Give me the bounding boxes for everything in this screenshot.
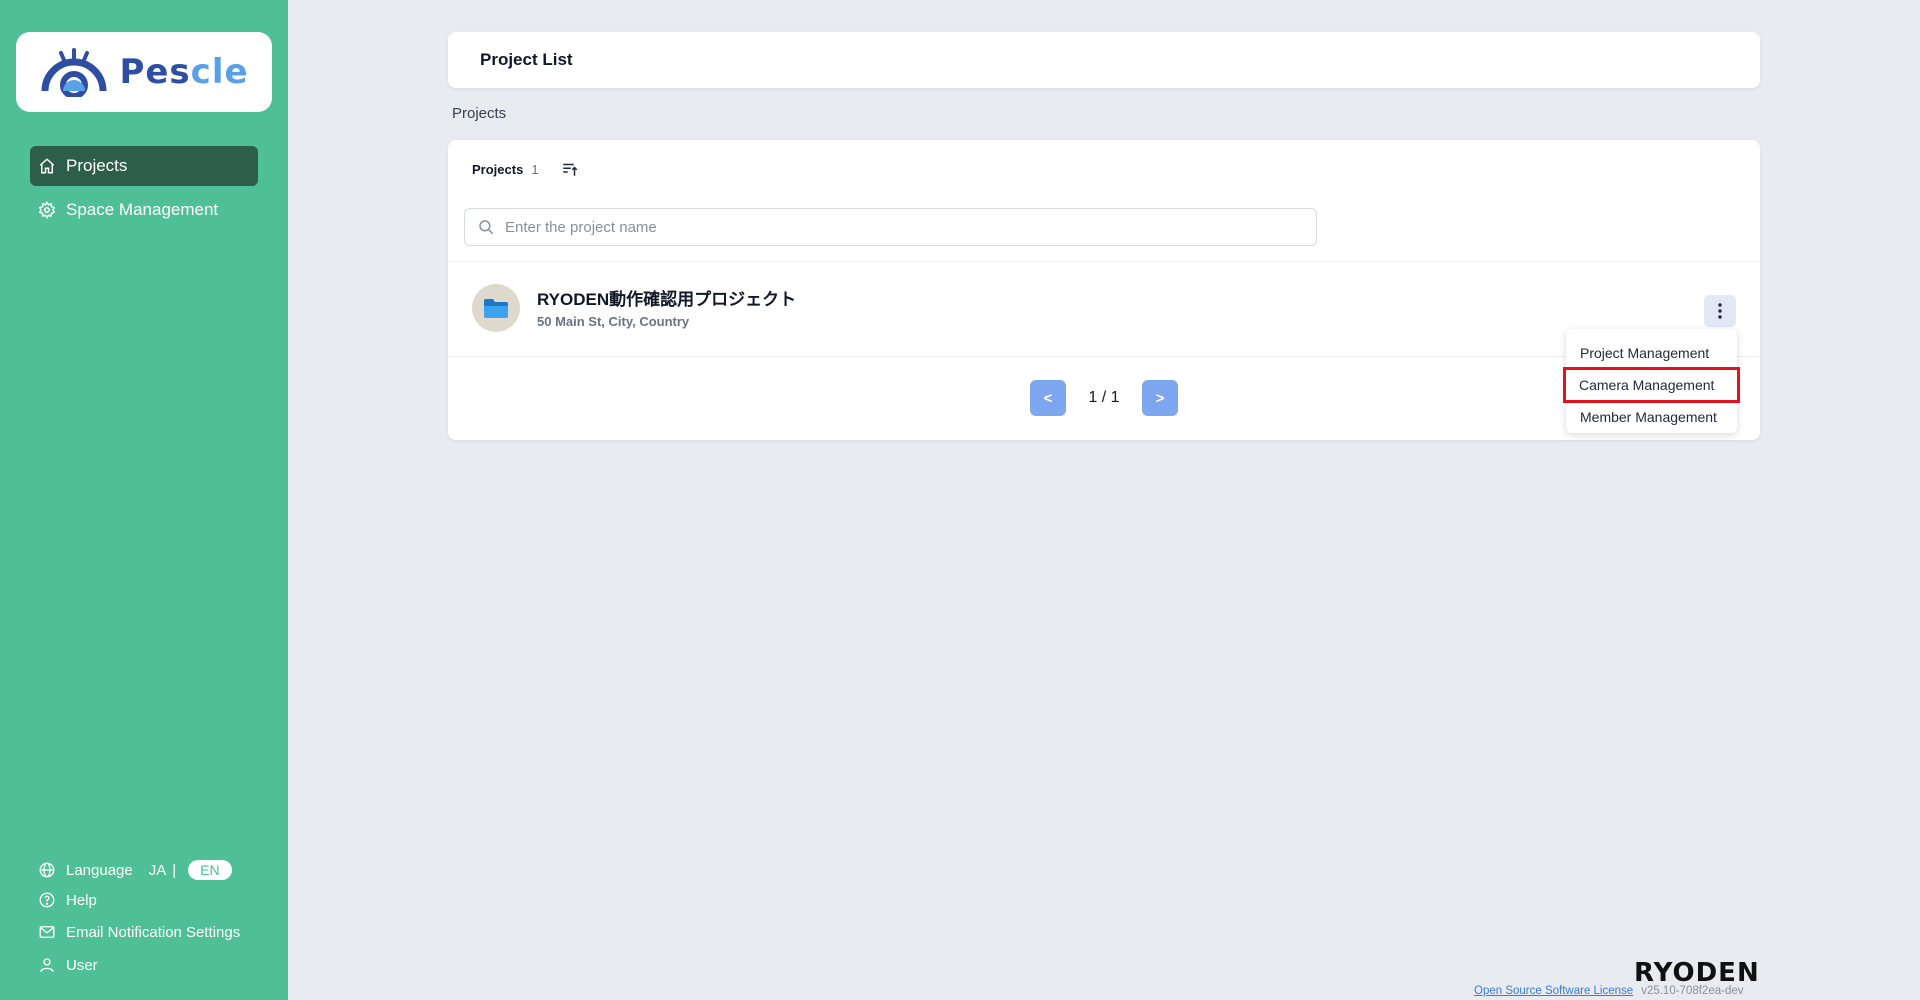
oss-license-link[interactable]: Open Source Software License (1474, 985, 1633, 997)
search-field[interactable] (464, 208, 1317, 246)
nav-item-space-management[interactable]: Space Management (30, 190, 258, 230)
sort-icon (562, 163, 577, 176)
prev-page-button[interactable]: < (1030, 380, 1066, 416)
divider (448, 356, 1760, 357)
breadcrumb: Projects (452, 105, 507, 122)
sidebar: Pescle Projects Space Management Languag… (0, 0, 288, 1000)
nav-item-projects[interactable]: Projects (30, 146, 258, 186)
project-list-card: Projects 1 RYODEN動作確認用プロジェクト 50 Main St,… (448, 140, 1760, 440)
menu-item-camera-management[interactable]: Camera Management (1563, 367, 1740, 403)
project-name[interactable]: RYODEN動作確認用プロジェクト (537, 285, 796, 310)
lang-separator: | (172, 861, 177, 879)
help-link[interactable]: Help (38, 891, 97, 909)
help-label: Help (66, 891, 97, 909)
search-icon (479, 220, 494, 235)
ryoden-logo: RYODEN (1634, 958, 1760, 988)
search-input[interactable] (505, 218, 1285, 236)
footer: Open Source Software License v25.10-708f… (1474, 985, 1744, 997)
email-label: Email Notification Settings (66, 923, 241, 941)
page-title: Project List (480, 50, 573, 69)
project-options-menu: Project Management Camera Management Mem… (1563, 329, 1740, 433)
pescle-logo[interactable]: Pescle (16, 32, 272, 112)
lang-ja-option[interactable]: JA (149, 862, 167, 879)
version-text: v25.10-708f2ea-dev (1641, 985, 1744, 997)
project-count: 1 (531, 161, 539, 177)
project-address: 50 Main St, City, Country (537, 314, 690, 329)
logo-text: Pescle (119, 52, 249, 92)
user-label: User (66, 956, 98, 974)
kebab-menu-icon (1718, 303, 1722, 319)
mail-icon (39, 926, 55, 938)
list-title: Projects (472, 161, 524, 177)
language-selector: Language JA | EN (38, 860, 232, 880)
project-avatar (472, 284, 520, 332)
email-notification-settings-link[interactable]: Email Notification Settings (38, 923, 240, 941)
sort-button[interactable] (559, 158, 581, 180)
next-page-button[interactable]: > (1142, 380, 1178, 416)
folder-icon (484, 299, 508, 318)
language-label: Language (66, 861, 133, 879)
more-options-button[interactable] (1704, 295, 1736, 327)
eye-logo-icon (41, 48, 107, 97)
page-indicator: 1 / 1 (1088, 389, 1120, 406)
lang-en-option[interactable]: EN (188, 860, 232, 880)
page-header: Project List (448, 32, 1760, 88)
home-icon (39, 158, 55, 174)
user-link[interactable]: User (38, 956, 98, 974)
help-icon (39, 892, 55, 908)
user-icon (40, 958, 54, 972)
menu-item-member-management[interactable]: Member Management (1566, 401, 1737, 433)
nav-label-projects: Projects (66, 156, 128, 175)
gear-icon (38, 201, 56, 219)
list-header: Projects 1 (472, 158, 581, 180)
menu-item-project-management[interactable]: Project Management (1566, 337, 1737, 369)
nav-label-space-management: Space Management (66, 200, 219, 219)
list-item[interactable]: RYODEN動作確認用プロジェクト 50 Main St, City, Coun… (448, 262, 1760, 356)
pagination: < 1 / 1 > (448, 380, 1760, 416)
globe-icon (39, 862, 55, 878)
